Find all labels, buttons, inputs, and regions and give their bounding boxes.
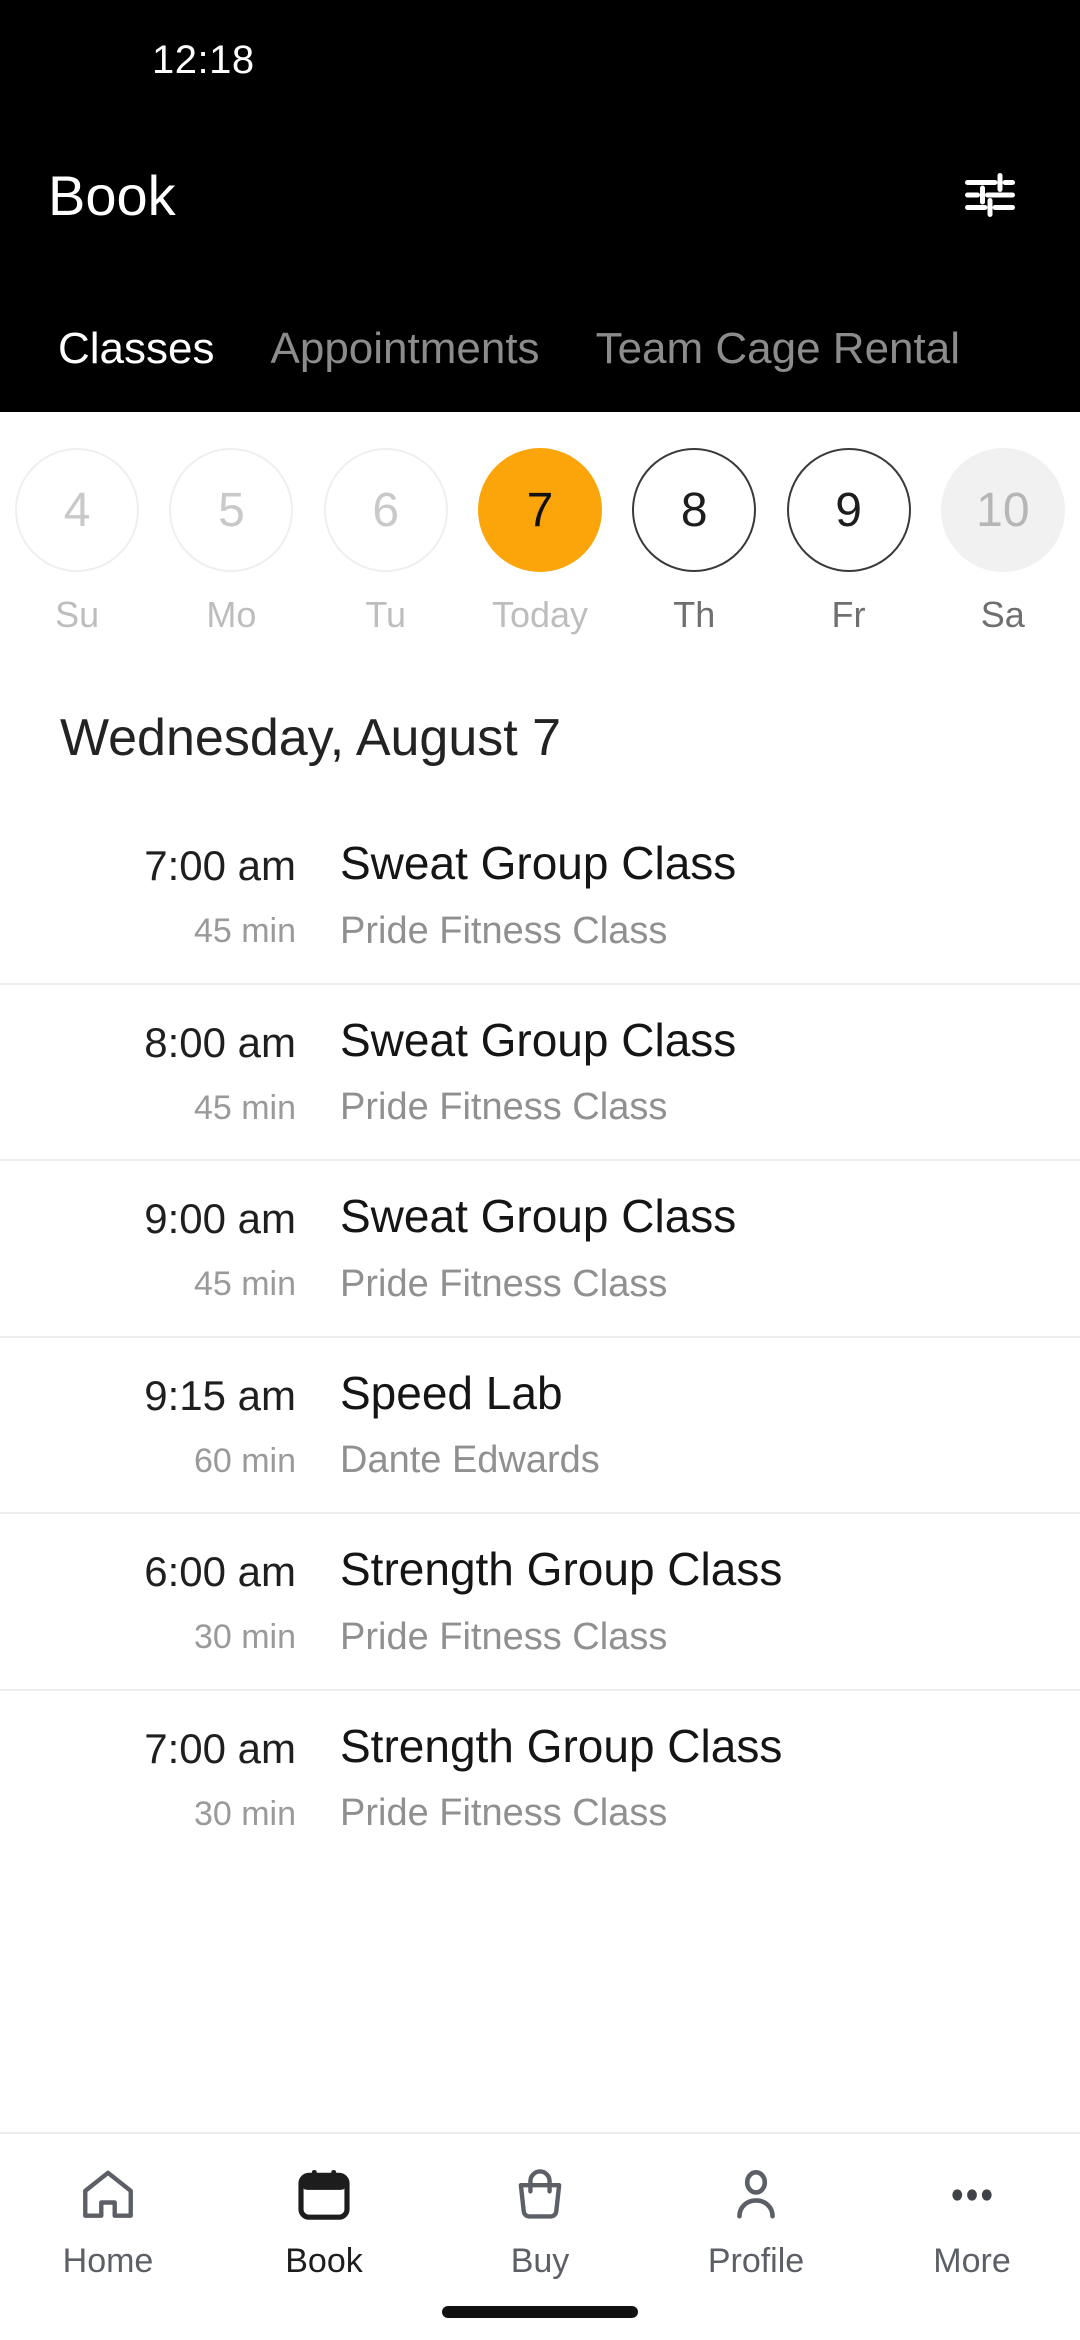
home-indicator [442,2306,638,2318]
nav-label: Profile [707,2242,805,2280]
nav-label: Buy [510,2242,570,2280]
nav-item-profile[interactable]: Profile [648,2158,864,2281]
date-weekday-label: Su [55,594,100,635]
class-info-column: Sweat Group Class Pride Fitness Class [340,837,1020,953]
date-circle: 4 [15,448,140,572]
class-duration: 45 min [193,1088,296,1127]
class-time: 7:00 am [144,1724,296,1772]
nav-item-buy[interactable]: Buy [432,2158,648,2281]
date-cell-7-today[interactable]: 7 Today [463,448,617,636]
class-duration: 30 min [193,1794,296,1833]
nav-label: Book [285,2242,363,2280]
date-circle: 8 [632,448,757,572]
class-list: 7:00 am 45 min Sweat Group Class Pride F… [0,808,1080,1856]
ellipsis-icon [941,2158,1003,2232]
person-icon [725,2158,787,2232]
class-row[interactable]: 7:00 am 45 min Sweat Group Class Pride F… [0,808,1080,983]
date-selector: 4 Su 5 Mo 6 Tu 7 Today 8 Th 9 Fr 10 Sa [0,412,1080,654]
class-title: Strength Group Class [340,1719,783,1772]
date-circle: 9 [786,448,911,572]
class-title: Sweat Group Class [340,1190,737,1243]
app-bar: Book [0,120,1080,270]
date-weekday-label: Today [491,594,589,635]
class-time-column: 7:00 am 45 min [60,838,340,951]
tab-appointments[interactable]: Appointments [243,324,568,374]
home-icon [77,2158,139,2232]
class-time-column: 7:00 am 30 min [60,1721,340,1834]
date-cell-5[interactable]: 5 Mo [154,448,308,636]
status-bar-clock: 12:18 [152,37,255,82]
class-title: Sweat Group Class [340,1013,737,1066]
class-info-column: Strength Group Class Pride Fitness Class [340,1719,1020,1836]
class-subtitle: Pride Fitness Class [340,1086,668,1129]
class-row[interactable]: 9:00 am 45 min Sweat Group Class Pride F… [0,1159,1080,1336]
class-subtitle: Pride Fitness Class [340,1792,668,1835]
class-title: Sweat Group Class [340,837,737,889]
class-info-column: Sweat Group Class Pride Fitness Class [340,1191,1020,1306]
class-duration: 60 min [193,1441,296,1480]
date-cell-8[interactable]: 8 Th [617,448,771,636]
class-time: 8:00 am [144,1018,296,1066]
class-subtitle: Dante Edwards [340,1439,600,1482]
class-subtitle: Pride Fitness Class [340,1262,668,1305]
date-circle: 10 [940,448,1065,572]
class-time: 9:00 am [144,1195,296,1243]
class-row[interactable]: 7:00 am 30 min Strength Group Class Prid… [0,1688,1080,1856]
page-title: Book [48,163,176,227]
tab-classes[interactable]: Classes [30,324,243,374]
date-circle: 6 [323,448,448,572]
class-duration: 45 min [193,1265,296,1304]
class-list-scroll[interactable]: 7:00 am 45 min Sweat Group Class Pride F… [0,808,1080,1856]
class-row[interactable]: 8:00 am 45 min Sweat Group Class Pride F… [0,982,1080,1160]
class-row[interactable]: 6:00 am 30 min Strength Group Class Prid… [0,1512,1080,1689]
class-time: 7:00 am [144,842,296,889]
class-duration: 30 min [193,1618,296,1657]
class-subtitle: Pride Fitness Class [340,909,668,952]
date-weekday-label: Th [673,594,716,635]
date-circle-selected: 7 [477,448,602,572]
class-title: Speed Lab [340,1366,563,1419]
day-heading: Wednesday, August 7 [60,709,562,767]
nav-label: Home [62,2242,154,2280]
nav-item-book[interactable]: Book [216,2158,432,2281]
nav-item-more[interactable]: More [864,2158,1080,2281]
class-title: Strength Group Class [340,1543,783,1596]
tab-bar: Classes Appointments Team Cage Rental [0,270,1080,412]
class-info-column: Speed Lab Dante Edwards [340,1366,1020,1483]
class-info-column: Sweat Group Class Pride Fitness Class [340,1013,1020,1130]
tune-sliders-icon[interactable] [954,159,1026,231]
class-time: 6:00 am [144,1548,296,1596]
class-time: 9:15 am [144,1371,296,1419]
date-cell-10[interactable]: 10 Sa [926,448,1080,636]
class-time-column: 6:00 am 30 min [60,1544,340,1657]
class-subtitle: Pride Fitness Class [340,1615,668,1658]
date-cell-6[interactable]: 6 Tu [309,448,463,636]
tab-team-cage-rental[interactable]: Team Cage Rental [568,324,988,374]
class-time-column: 9:00 am 45 min [60,1191,340,1304]
date-circle: 5 [169,448,294,572]
header-region: 12:18 Book Classes Appointments Team Cag… [0,0,1080,412]
date-weekday-label: Fr [831,594,866,635]
date-cell-4[interactable]: 4 Su [0,448,154,636]
date-weekday-label: Mo [206,594,257,635]
nav-item-home[interactable]: Home [0,2158,216,2281]
class-row[interactable]: 9:15 am 60 min Speed Lab Dante Edwards [0,1335,1080,1513]
date-weekday-label: Sa [980,594,1025,635]
bag-icon [509,2158,571,2232]
nav-label: More [933,2242,1011,2280]
calendar-icon [293,2158,355,2232]
class-time-column: 9:15 am 60 min [60,1368,340,1481]
date-cell-9[interactable]: 9 Fr [771,448,925,636]
app-screen: 12:18 Book Classes Appointments Team Cag… [0,0,1080,2340]
class-time-column: 8:00 am 45 min [60,1015,340,1128]
class-info-column: Strength Group Class Pride Fitness Class [340,1544,1020,1659]
date-weekday-label: Tu [365,594,407,635]
class-duration: 45 min [193,912,296,951]
status-bar: 12:18 [0,0,1080,120]
